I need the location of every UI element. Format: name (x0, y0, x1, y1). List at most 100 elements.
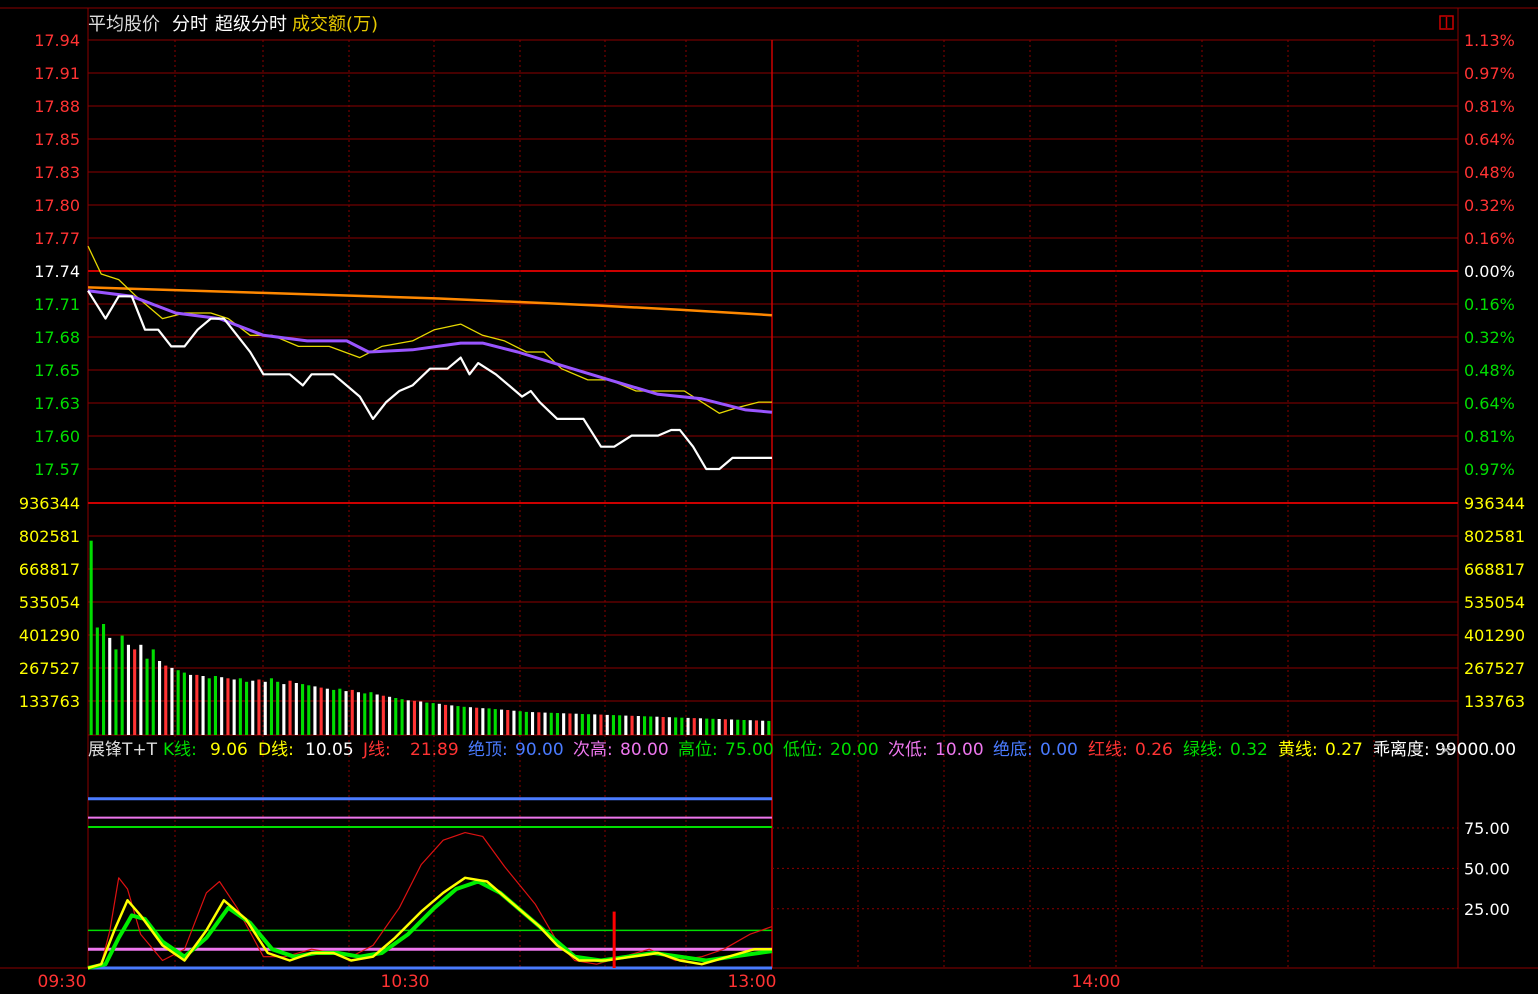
price-tick-label: 17.74 (34, 262, 80, 281)
volume-bar (537, 712, 541, 735)
time-axis-label: 13:00 (728, 972, 777, 992)
volume-bar (164, 665, 168, 735)
volume-bar (158, 661, 162, 735)
price-tick-label: 17.77 (34, 229, 80, 248)
volume-bar (226, 678, 230, 735)
indicator-close-icon[interactable]: × (1439, 740, 1452, 759)
volume-bar (294, 683, 298, 735)
volume-bar (531, 712, 535, 735)
legend-sub_high-label: 次高: (573, 740, 613, 760)
volume-bar (133, 649, 137, 735)
volume-bar (431, 703, 435, 735)
legend-deviation-label: 乖离度: (1373, 740, 1430, 760)
percent-tick-label: 0.00% (1464, 262, 1515, 281)
price-tick-label: 17.71 (34, 295, 80, 314)
volume-bar (425, 702, 429, 735)
legend-d-value: 10.05 (305, 740, 354, 760)
volume-bar (394, 698, 398, 735)
volume-bar (201, 676, 205, 735)
volume-bar (332, 689, 336, 735)
percent-tick-label: 0.32% (1464, 328, 1515, 347)
j-line (87, 832, 773, 969)
volume-bar (282, 684, 286, 735)
volume-bar (487, 708, 491, 735)
volume-bar (456, 706, 460, 735)
legend-green-label: 绿线: (1183, 740, 1223, 760)
volume-bar (363, 693, 367, 735)
percent-tick-label: 0.48% (1464, 163, 1515, 182)
legend-green-value: 0.32 (1230, 740, 1268, 760)
volume-bar (661, 717, 665, 735)
volume-label: 成交额(万) (292, 14, 378, 35)
volume-bar (95, 627, 99, 735)
volume-tick-label-right: 401290 (1464, 626, 1525, 645)
legend-low-value: 20.00 (830, 740, 879, 760)
volume-tick-label: 936344 (19, 494, 80, 513)
percent-tick-label: 0.81% (1464, 427, 1515, 446)
volume-bar (574, 713, 578, 735)
legend-sub_high-value: 80.00 (620, 740, 669, 760)
volume-bar (580, 714, 584, 735)
legend-sub_low-value: 10.00 (935, 740, 984, 760)
volume-bar (692, 718, 696, 735)
time-axis-label: 09:30 (38, 972, 87, 992)
volume-bar (381, 695, 385, 735)
volume-bar (319, 687, 323, 735)
indicator-tick-label: 25.00 (1464, 900, 1510, 919)
volume-bar (742, 720, 746, 735)
volume-bar (611, 715, 615, 735)
volume-tick-label: 535054 (19, 593, 80, 612)
legend-bottom-label: 绝底: (993, 740, 1033, 760)
volume-bar (437, 703, 441, 735)
volume-bar (500, 709, 504, 735)
volume-bar (325, 688, 329, 735)
volume-bar (723, 719, 727, 735)
volume-bar (276, 681, 280, 735)
volume-bar (102, 624, 106, 735)
volume-bar (587, 714, 591, 735)
volume-bar (232, 679, 236, 735)
volume-bar (450, 705, 454, 735)
volume-bar (506, 710, 510, 735)
fenshi-label[interactable]: 分时 (172, 14, 208, 35)
volume-bar (338, 688, 342, 735)
volume-tick-label-right: 133763 (1464, 692, 1525, 711)
volume-bar (307, 685, 311, 735)
legend-j-value: 21.89 (410, 740, 459, 760)
super-fenshi-label[interactable]: 超级分时 (215, 14, 287, 35)
legend-k-value: 9.06 (210, 740, 248, 760)
time-axis-label: 14:00 (1072, 972, 1121, 992)
price-tick-label: 17.83 (34, 163, 80, 182)
volume-bar (562, 713, 566, 735)
volume-bar (288, 680, 292, 735)
volume-bar (120, 635, 124, 735)
legend-k-label: K线: (163, 740, 197, 760)
volume-bar (356, 692, 360, 735)
volume-bar (636, 716, 640, 735)
volume-bar (462, 706, 466, 735)
volume-bar (674, 717, 678, 735)
volume-bar (114, 649, 118, 735)
volume-bar (481, 708, 485, 735)
volume-tick-label-right: 802581 (1464, 527, 1525, 546)
volume-bar (369, 692, 373, 735)
volume-bar (344, 691, 348, 735)
volume-bar (145, 658, 149, 735)
legend-red-label: 红线: (1088, 740, 1128, 760)
volume-bar (257, 679, 261, 735)
volume-bar (269, 678, 273, 735)
legend-sub_low-label: 次低: (888, 740, 928, 760)
price-tick-label: 17.94 (34, 31, 80, 50)
legend-top-label: 绝顶: (468, 740, 508, 760)
volume-bar (680, 717, 684, 735)
volume-bar (170, 667, 174, 735)
volume-bar (493, 709, 497, 735)
volume-bar (767, 720, 771, 735)
volume-bar (406, 700, 410, 735)
volume-bar (400, 699, 404, 735)
volume-bar (655, 716, 659, 735)
volume-bar (189, 674, 193, 735)
legend-red-value: 0.26 (1135, 740, 1173, 760)
percent-tick-label: 0.32% (1464, 196, 1515, 215)
volume-bar (643, 716, 647, 735)
